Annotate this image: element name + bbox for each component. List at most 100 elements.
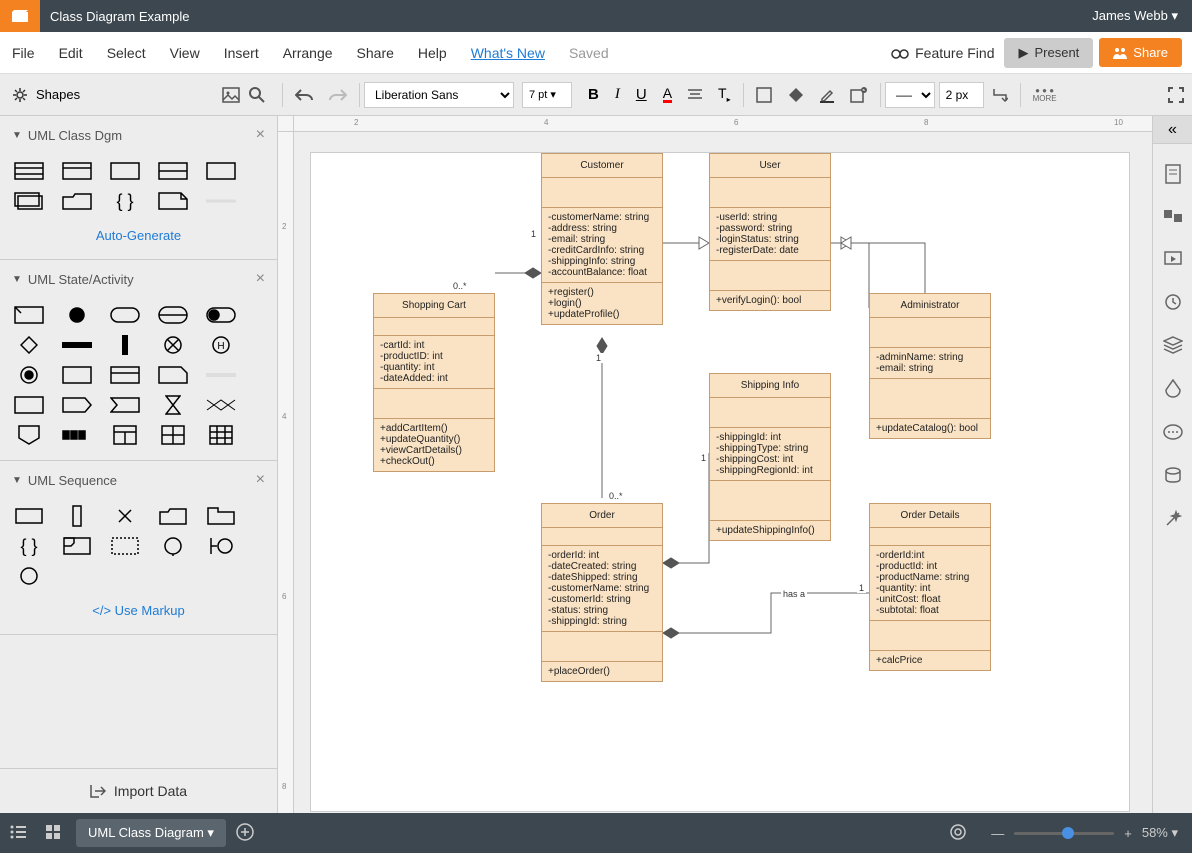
shape-end[interactable] (14, 366, 44, 384)
menu-edit[interactable]: Edit (47, 45, 95, 61)
doc-title[interactable]: Class Diagram Example (40, 9, 1078, 24)
shape-table2[interactable] (206, 426, 236, 444)
uml-shipping[interactable]: Shipping Info -shippingId: int-shippingT… (709, 373, 831, 541)
data-icon[interactable] (1164, 467, 1182, 490)
shape-rect[interactable] (110, 162, 140, 180)
bold-button[interactable]: B (580, 74, 607, 115)
zoom-out-button[interactable]: — (991, 826, 1004, 841)
redo-button[interactable] (321, 74, 355, 115)
shape-dashed[interactable] (110, 537, 140, 555)
magic-icon[interactable] (1164, 510, 1182, 533)
panel-header[interactable]: ▼UML Class Dgm× (0, 116, 277, 154)
zoom-in-button[interactable]: + (1124, 826, 1132, 841)
menu-file[interactable]: File (0, 45, 47, 61)
undo-button[interactable] (287, 74, 321, 115)
text-options-button[interactable]: T▸ (710, 74, 739, 115)
fill-button[interactable] (780, 74, 812, 115)
shape-history[interactable]: H (206, 336, 236, 354)
chat-icon[interactable] (1163, 424, 1183, 447)
underline-button[interactable]: U (628, 74, 655, 115)
grid-view-icon[interactable] (36, 825, 70, 842)
menu-help[interactable]: Help (406, 45, 459, 61)
color-icon[interactable] (1165, 379, 1181, 404)
page[interactable]: Customer -customerName: string-address: … (310, 152, 1130, 812)
close-icon[interactable]: × (256, 270, 265, 288)
fullscreen-button[interactable] (1160, 74, 1192, 115)
shape-folder3[interactable] (206, 507, 236, 525)
uml-admin[interactable]: Administrator -adminName: string-email: … (869, 293, 991, 439)
shape-class2[interactable] (62, 162, 92, 180)
italic-button[interactable]: I (607, 74, 628, 115)
uml-cart[interactable]: Shopping Cart -cartId: int-productID: in… (373, 293, 495, 472)
line-style-select[interactable]: ——— (885, 82, 935, 108)
shape-line2[interactable] (206, 366, 236, 384)
notes-icon[interactable] (1164, 164, 1182, 189)
feature-find[interactable]: Feature Find (881, 45, 1004, 61)
present-button[interactable]: ▶ Present (1004, 38, 1093, 68)
shape-entity[interactable] (14, 567, 44, 585)
shape-tab[interactable] (110, 366, 140, 384)
shape-rect3[interactable] (62, 366, 92, 384)
app-logo[interactable] (0, 0, 40, 32)
fontsize-select[interactable]: 7 pt ▾ (522, 82, 572, 108)
panel-header[interactable]: ▼UML State/Activity× (0, 260, 277, 298)
image-icon[interactable] (222, 87, 240, 103)
line-route-button[interactable] (984, 74, 1016, 115)
shape-folder[interactable] (62, 192, 92, 210)
shape-send[interactable] (62, 396, 92, 414)
more-button[interactable]: ● ● ●MORE (1025, 74, 1065, 115)
user-menu[interactable]: James Webb ▾ (1078, 8, 1192, 24)
shape-frame[interactable] (62, 537, 92, 555)
shape-rounded[interactable] (110, 306, 140, 324)
shape-receive[interactable] (110, 396, 140, 414)
shape-class[interactable] (14, 162, 44, 180)
shape-folder2[interactable] (158, 507, 188, 525)
search-icon[interactable] (248, 86, 266, 104)
uml-user[interactable]: User -userId: string-password: string-lo… (709, 153, 831, 311)
menu-whatsnew[interactable]: What's New (459, 45, 557, 61)
shape-shield[interactable] (14, 426, 44, 444)
use-markup-link[interactable]: </> Use Markup (14, 597, 263, 618)
list-view-icon[interactable] (0, 825, 36, 842)
shapes-panel-toggle[interactable]: Shapes (0, 74, 278, 115)
shape-circle[interactable] (158, 537, 188, 555)
shape-grid[interactable] (158, 426, 188, 444)
shape-activation[interactable] (62, 507, 92, 525)
shape-toggle[interactable] (206, 306, 236, 324)
present-icon[interactable] (1163, 250, 1183, 273)
layers-icon[interactable] (1163, 336, 1183, 359)
zoom-level[interactable]: 58% ▾ (1142, 825, 1178, 841)
shape-initial[interactable] (62, 306, 92, 324)
uml-order[interactable]: Order -orderId: int-dateCreated: string-… (541, 503, 663, 682)
collapse-button[interactable]: « (1153, 116, 1192, 144)
align-button[interactable] (680, 74, 710, 115)
menu-share[interactable]: Share (345, 45, 406, 61)
close-icon[interactable]: × (256, 126, 265, 144)
menu-view[interactable]: View (158, 45, 212, 61)
shape-destroy[interactable] (110, 507, 140, 525)
shape-rounded2[interactable] (158, 306, 188, 324)
shape-boundary[interactable] (206, 537, 236, 555)
menu-arrange[interactable]: Arrange (271, 45, 345, 61)
menu-insert[interactable]: Insert (212, 45, 271, 61)
shape-options-button[interactable] (842, 74, 876, 115)
shape-interface[interactable] (158, 162, 188, 180)
uml-details[interactable]: Order Details -orderId:int-productId: in… (869, 503, 991, 671)
shape-obj[interactable] (14, 507, 44, 525)
shape-zigzag[interactable] (206, 396, 236, 414)
close-icon[interactable]: × (256, 471, 265, 489)
import-data-button[interactable]: Import Data (0, 768, 277, 813)
shape-braces2[interactable]: { } (14, 537, 44, 555)
panel-header[interactable]: ▼UML Sequence× (0, 461, 277, 499)
shape-final[interactable] (158, 336, 188, 354)
shape-hourglass[interactable] (158, 396, 188, 414)
shape-note[interactable] (158, 192, 188, 210)
shape-line[interactable] (206, 192, 236, 210)
add-page-button[interactable] (226, 823, 264, 844)
zoom-slider[interactable] (1014, 832, 1114, 835)
shape-package[interactable] (14, 192, 44, 210)
shape-style-button[interactable] (748, 74, 780, 115)
shape-state[interactable] (14, 306, 44, 324)
canvas-area[interactable]: 246810 2468 (278, 116, 1152, 813)
menu-select[interactable]: Select (95, 45, 158, 61)
